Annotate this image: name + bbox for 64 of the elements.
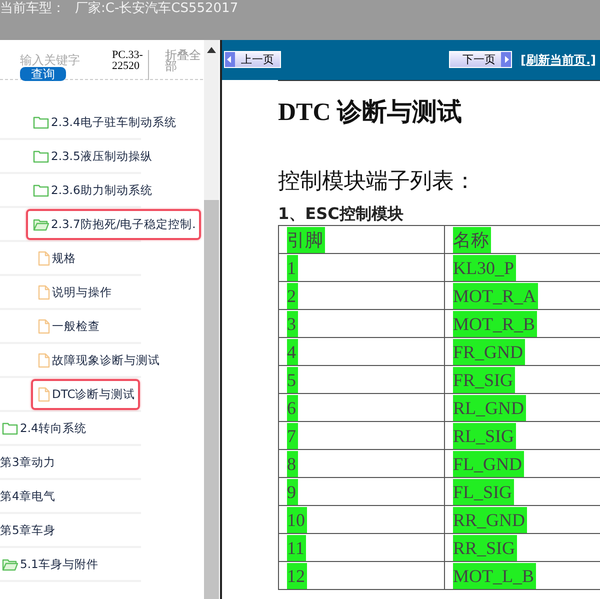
folder-icon	[33, 116, 49, 128]
tree-item[interactable]: 第3章动力	[0, 446, 60, 478]
tree-item[interactable]: 5.1车身与附件	[0, 548, 104, 580]
tree-item[interactable]: DTC诊断与测试	[31, 378, 140, 410]
table-cell: 5	[278, 366, 444, 394]
table-cell: 4	[278, 338, 444, 366]
table-cell: FR_GND	[444, 338, 600, 366]
tree-item[interactable]: 2.3.4电子驻车制动系统	[26, 106, 182, 138]
tree-item[interactable]: 第4章电气	[0, 480, 60, 512]
open-folder-icon	[2, 558, 18, 570]
document-icon	[38, 284, 50, 300]
table-cell: 8	[278, 450, 444, 478]
table-cell: MOT_L_B	[444, 562, 600, 590]
table-cell: 12	[278, 562, 444, 590]
table-cell: RR_GND	[444, 506, 600, 534]
table-cell: FL_GND	[444, 450, 600, 478]
table-cell: 10	[278, 506, 444, 534]
refresh-link[interactable]: [刷新当前页.]	[520, 52, 596, 68]
folder-icon	[33, 150, 49, 162]
tree-item[interactable]: 说明与操作	[31, 276, 117, 308]
previous-page-button[interactable]: 上一页	[224, 50, 281, 68]
document-subtitle: 控制模块端子列表：	[278, 168, 477, 196]
tree-item[interactable]: 2.3.6助力制动系统	[26, 174, 158, 206]
tree-item[interactable]: 2.4转向系统	[0, 412, 92, 444]
tree-item[interactable]: 2.3.7防抱死/电子稳定控制.	[26, 208, 201, 240]
scrollbar[interactable]	[204, 40, 219, 599]
scroll-up-icon[interactable]	[207, 47, 216, 53]
section-heading: 1、ESC控制模块	[278, 204, 404, 225]
next-page-button[interactable]: 下一页	[449, 50, 512, 68]
tree-item[interactable]: 2.3.5液压制动操纵	[26, 140, 158, 172]
table-cell: MOT_R_A	[444, 282, 600, 310]
table-cell: 9	[278, 478, 444, 506]
document-icon	[38, 386, 50, 402]
folder-icon	[2, 422, 18, 434]
document-icon	[38, 352, 50, 368]
code-label: PC.33-22520	[112, 50, 149, 80]
table-cell: MOT_R_B	[444, 310, 600, 338]
folder-icon	[33, 184, 49, 196]
column-header: 引脚	[278, 226, 444, 254]
table-cell: RL_GND	[444, 394, 600, 422]
open-folder-icon	[33, 218, 49, 230]
model-value: 厂家:C-长安汽车CS552017	[75, 1, 238, 17]
table-cell: FL_SIG	[444, 478, 600, 506]
document-title: DTC 诊断与测试	[278, 98, 464, 128]
table-cell: 1	[278, 254, 444, 282]
column-header: 名称	[444, 226, 600, 254]
table-cell: 11	[278, 534, 444, 562]
model-label: 当前车型：	[0, 1, 65, 17]
document-icon	[38, 250, 50, 266]
document-icon	[38, 318, 50, 334]
tree-item[interactable]: 一般检查	[31, 310, 105, 342]
scroll-thumb[interactable]	[204, 200, 219, 599]
table-cell: 2	[278, 282, 444, 310]
tree-item[interactable]: 第5章车身	[0, 514, 60, 546]
tree-item[interactable]: 规格	[31, 242, 81, 274]
table-cell: 6	[278, 394, 444, 422]
table-cell: 3	[278, 310, 444, 338]
search-button[interactable]: 查询	[20, 67, 66, 81]
table-cell: 7	[278, 422, 444, 450]
table-cell: KL30_P	[444, 254, 600, 282]
table-cell: RR_SIG	[444, 534, 600, 562]
table-cell: RL_SIG	[444, 422, 600, 450]
table-cell: FR_SIG	[444, 366, 600, 394]
tree-item[interactable]: 故障现象诊断与测试	[31, 344, 165, 376]
